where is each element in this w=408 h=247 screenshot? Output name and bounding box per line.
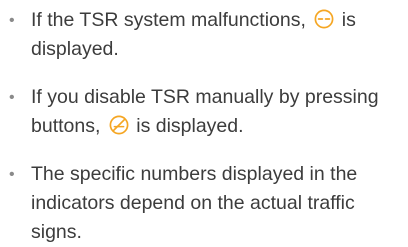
list-item: • The specific numbers displayed in the … [8,160,400,247]
bullet-list: • If the TSR system malfunctions, is dis… [8,6,400,247]
bullet-dot: • [9,89,15,106]
list-item: • If you disable TSR manually by pressin… [8,83,400,141]
tsr-malfunction-icon [314,9,334,29]
list-item: • If the TSR system malfunctions, is dis… [8,6,400,64]
list-item-text: If the TSR system malfunctions, is displ… [31,6,391,64]
list-item-text: If you disable TSR manually by pressing … [31,83,391,141]
bullet-dot: • [9,166,15,183]
document-body: • If the TSR system malfunctions, is dis… [0,0,408,245]
bullet-dot: • [9,12,15,29]
item-text-after: is displayed. [136,115,244,137]
tsr-disabled-icon [109,115,129,135]
item-text-before: If the TSR system malfunctions, [31,9,306,31]
list-item-text: The specific numbers displayed in the in… [31,163,358,243]
